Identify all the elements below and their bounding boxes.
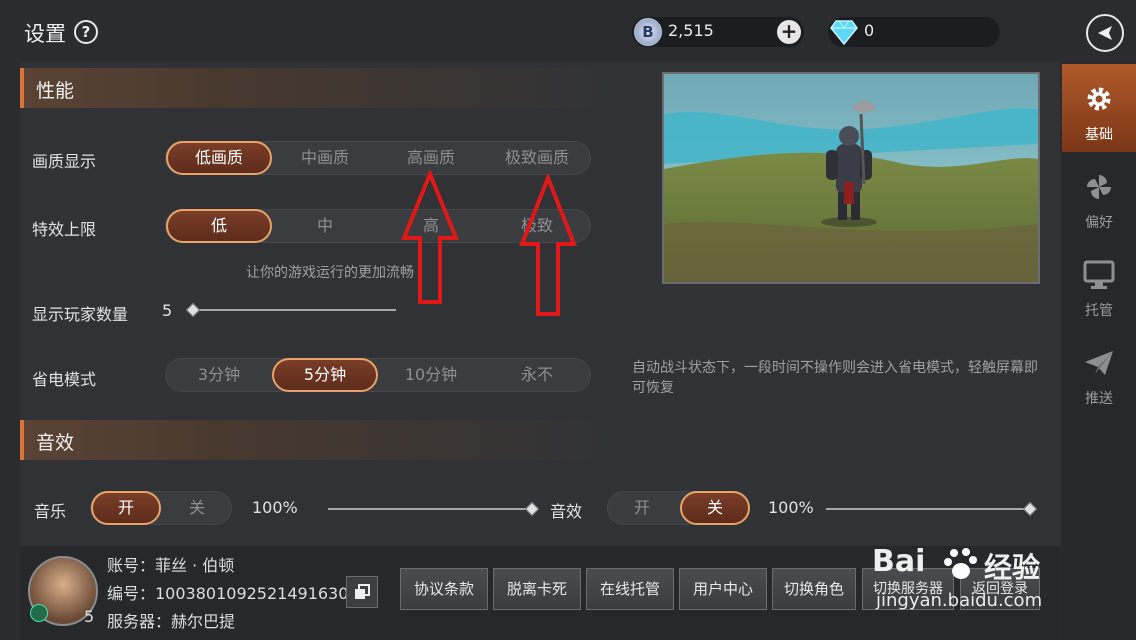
sidebar-item-push-label: 推送 [1085,391,1113,407]
music-on-option[interactable]: 开 [91,491,161,525]
switch-character-button[interactable]: 切换角色 [772,568,856,610]
user-center-button[interactable]: 用户中心 [679,568,767,610]
sfx-off-option[interactable]: 关 [680,491,750,525]
currency-b-value: 2,515 [668,21,714,40]
account-server: 服务器：赫尔巴提 [107,612,236,631]
add-currency-button[interactable]: + [777,20,801,44]
power-option-5min[interactable]: 5分钟 [272,358,378,392]
music-label: 音乐 [34,502,67,521]
players-label: 显示玩家数量 [32,305,129,324]
power-hint: 自动战斗状态下，一段时间不操作则会进入省电模式，轻触屏幕即可恢复 [632,360,1038,396]
sfx-slider-track[interactable] [826,508,1032,510]
watermark-url: jingyan.baidu.com [876,590,1043,611]
sfx-on-option[interactable]: 开 [608,492,676,524]
gems-value: 0 [864,21,875,40]
help-button[interactable]: ? [74,20,98,44]
watermark-brand2: 经验 [984,551,1041,584]
settings-sidebar: 基础 偏好 托管 推送 [1062,62,1136,640]
music-toggle: 开 关 [90,491,232,525]
preview-scene [664,74,1038,282]
class-badge-icon [30,604,48,622]
account-name: 账号：菲丝 · 伯顿 [107,556,235,575]
power-label: 省电模式 [32,370,97,389]
sidebar-item-push[interactable]: 推送 [1062,328,1136,416]
sidebar-item-basic-label: 基础 [1085,127,1113,143]
section-performance: 性能 [20,68,624,108]
power-option-never[interactable]: 永不 [484,359,590,391]
back-arrow-icon [1098,26,1112,40]
quality-selector: 低画质 中画质 高画质 极致画质 [165,141,591,175]
music-volume: 100% [252,498,298,517]
copy-icon [355,584,370,599]
effects-option-low[interactable]: 低 [166,209,272,243]
annotation-arrow-up-icon [519,174,577,316]
online-hosting-button[interactable]: 在线托管 [586,568,674,610]
sidebar-item-preference-label: 偏好 [1085,215,1113,231]
character-preview [662,72,1040,284]
watermark-brand: Bai [872,544,926,579]
sfx-label: 音效 [550,502,583,521]
b-coin-icon: B [634,18,662,46]
music-slider-track[interactable] [328,508,534,510]
copy-id-button[interactable] [346,576,378,608]
effects-hint: 让你的游戏运行的更加流畅 [246,265,414,281]
page-title: 设置 [24,22,66,46]
pinwheel-icon [1087,175,1111,199]
players-slider-track[interactable] [190,309,396,311]
sidebar-item-basic[interactable]: 基础 [1062,64,1136,152]
sfx-volume: 100% [768,498,814,517]
sidebar-item-hosting-label: 托管 [1085,303,1113,319]
effects-label: 特效上限 [32,220,97,239]
power-option-10min[interactable]: 10分钟 [378,359,484,391]
avatar-level: 5 [84,607,95,626]
music-off-option[interactable]: 关 [163,492,231,524]
sidebar-item-hosting[interactable]: 托管 [1062,240,1136,328]
section-sound: 音效 [20,420,624,460]
annotation-arrow-up-icon [401,170,459,304]
power-selector: 3分钟 5分钟 10分钟 永不 [165,358,591,392]
effects-option-medium[interactable]: 中 [272,210,378,242]
paw-icon [942,546,982,586]
quality-option-low[interactable]: 低画质 [166,141,272,175]
quality-option-medium[interactable]: 中画质 [272,142,378,174]
terms-button[interactable]: 协议条款 [400,568,488,610]
quality-label: 画质显示 [32,152,97,171]
sfx-toggle: 开 关 [607,491,750,525]
account-id: 编号：1003801092521491630 [107,584,349,603]
power-option-3min[interactable]: 3分钟 [166,359,272,391]
diamond-icon [830,19,858,49]
gear-icon [1087,87,1111,111]
quality-option-ultra[interactable]: 极致画质 [484,142,590,174]
sidebar-item-preference[interactable]: 偏好 [1062,152,1136,240]
unstuck-button[interactable]: 脱离卡死 [493,568,581,610]
paper-plane-icon [1085,351,1113,375]
monitor-icon [1083,260,1115,289]
back-button[interactable] [1086,14,1124,52]
players-value: 5 [162,301,173,320]
